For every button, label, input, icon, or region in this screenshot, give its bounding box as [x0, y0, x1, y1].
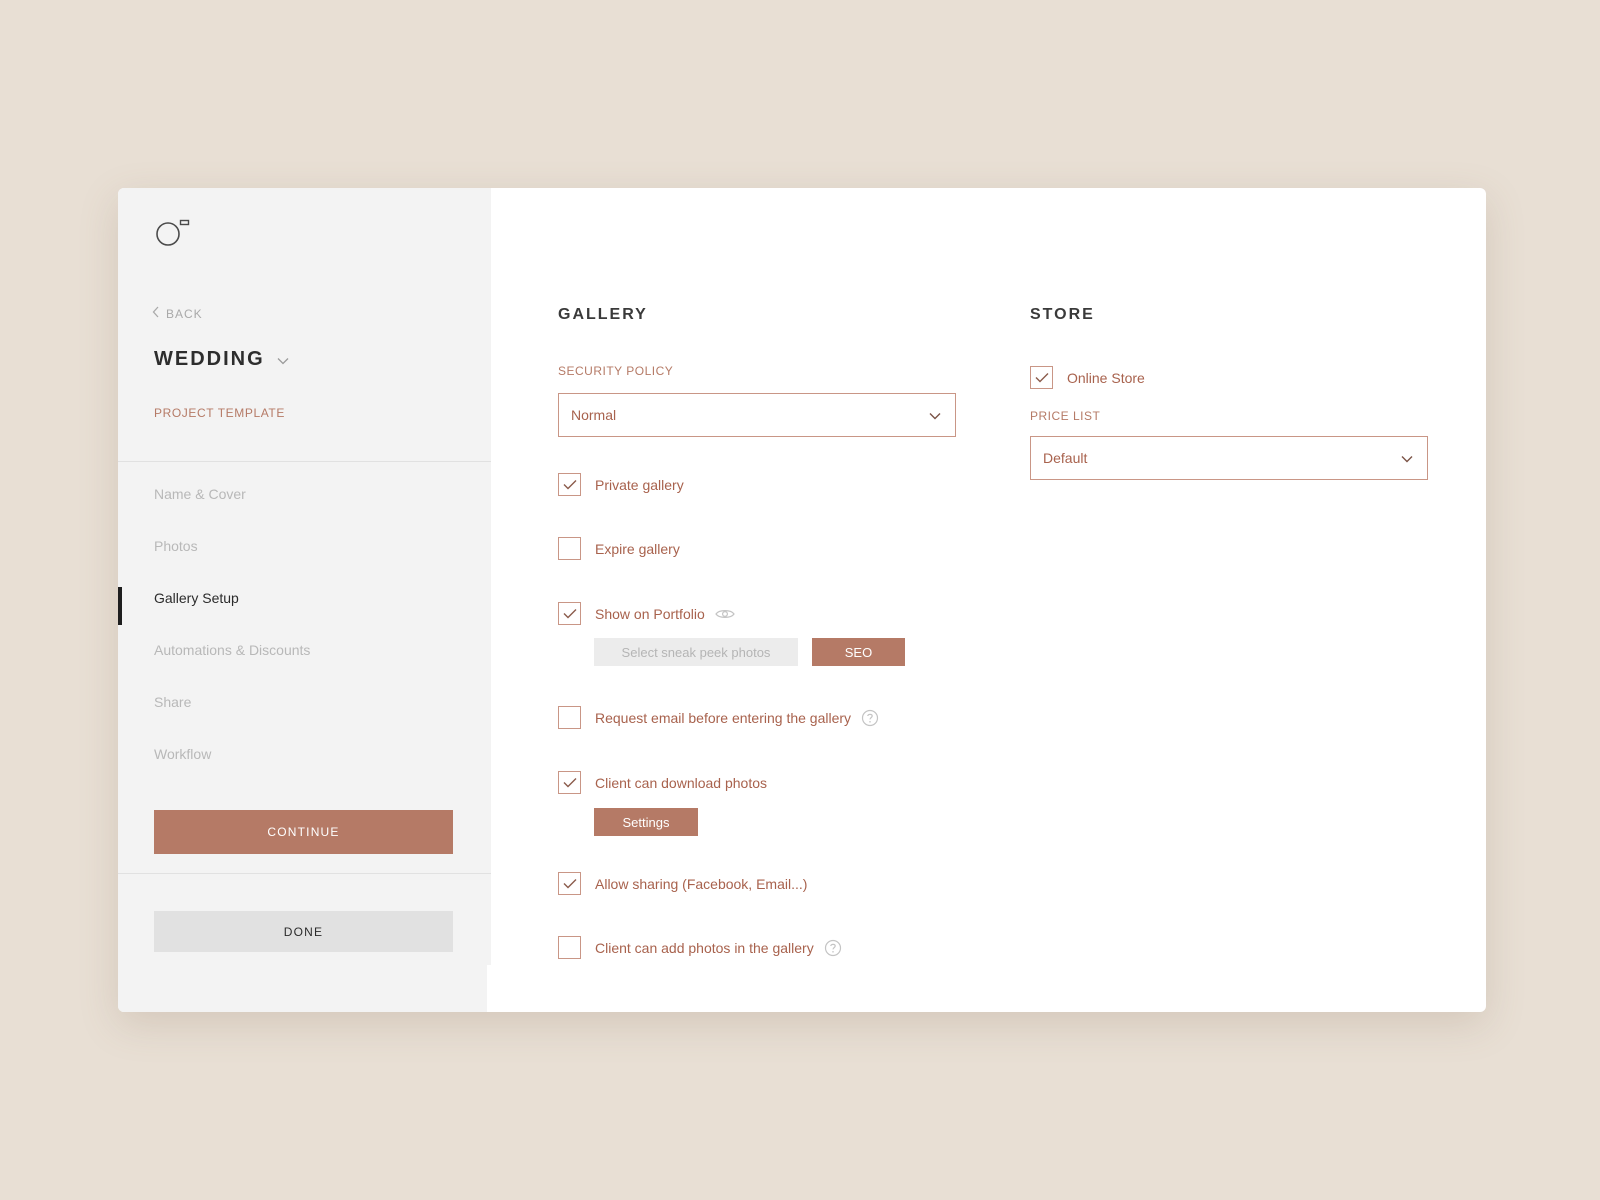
- checkmark-icon: [1035, 373, 1048, 383]
- request-email-option: Request email before entering the galler…: [558, 706, 879, 729]
- request-email-checkbox[interactable]: [558, 706, 581, 729]
- client-add-photos-checkbox[interactable]: [558, 936, 581, 959]
- price-list-label: PRICE LIST: [1030, 409, 1101, 423]
- back-link[interactable]: BACK: [152, 306, 203, 321]
- chevron-down-icon: [929, 407, 941, 423]
- client-add-photos-label: Client can add photos in the gallery: [595, 939, 814, 956]
- show-on-portfolio-checkbox[interactable]: [558, 602, 581, 625]
- security-policy-label: SECURITY POLICY: [558, 364, 674, 378]
- checkmark-icon: [563, 609, 576, 619]
- continue-button[interactable]: CONTINUE: [154, 810, 453, 854]
- security-policy-select[interactable]: Normal: [558, 393, 956, 437]
- eye-icon[interactable]: [715, 608, 735, 620]
- select-sneak-peek-button[interactable]: Select sneak peek photos: [594, 638, 798, 666]
- sidebar-item-photos[interactable]: Photos: [118, 520, 491, 572]
- online-store-option: Online Store: [1030, 366, 1145, 389]
- allow-sharing-option: Allow sharing (Facebook, Email...): [558, 872, 807, 895]
- sidebar: BACK WEDDING PROJECT TEMPLATE Name & Cov…: [118, 188, 491, 1012]
- checkmark-icon: [563, 480, 576, 490]
- sidebar-item-share[interactable]: Share: [118, 676, 491, 728]
- project-title-dropdown[interactable]: WEDDING: [154, 348, 289, 371]
- expire-gallery-checkbox[interactable]: [558, 537, 581, 560]
- private-gallery-checkbox[interactable]: [558, 473, 581, 496]
- client-download-checkbox[interactable]: [558, 771, 581, 794]
- project-subtitle: PROJECT TEMPLATE: [154, 406, 285, 420]
- show-on-portfolio-label: Show on Portfolio: [595, 605, 705, 622]
- sidebar-item-gallery-setup[interactable]: Gallery Setup: [118, 572, 491, 625]
- checkmark-icon: [563, 778, 576, 788]
- client-add-photos-option: Client can add photos in the gallery: [558, 936, 842, 959]
- client-download-label: Client can download photos: [595, 774, 768, 791]
- gallery-section-title: GALLERY: [558, 306, 648, 323]
- chevron-down-icon: [1401, 450, 1413, 466]
- help-icon[interactable]: [861, 709, 879, 727]
- expire-gallery-option: Expire gallery: [558, 537, 680, 560]
- download-settings-button[interactable]: Settings: [594, 808, 698, 836]
- online-store-label: Online Store: [1067, 369, 1145, 386]
- online-store-checkbox[interactable]: [1030, 366, 1053, 389]
- sidebar-item-workflow[interactable]: Workflow: [118, 728, 491, 780]
- sidebar-edge: [487, 965, 491, 1012]
- sidebar-divider: [118, 461, 491, 462]
- private-gallery-label: Private gallery: [595, 476, 684, 493]
- done-button[interactable]: DONE: [154, 911, 453, 952]
- settings-window: BACK WEDDING PROJECT TEMPLATE Name & Cov…: [118, 188, 1486, 1012]
- project-title: WEDDING: [154, 348, 265, 370]
- help-icon[interactable]: [824, 939, 842, 957]
- allow-sharing-label: Allow sharing (Facebook, Email...): [595, 875, 808, 892]
- sidebar-item-automations-discounts[interactable]: Automations & Discounts: [118, 624, 491, 676]
- seo-button[interactable]: SEO: [812, 638, 905, 666]
- chevron-left-icon: [152, 306, 160, 321]
- logo-icon: [154, 218, 194, 248]
- price-list-select[interactable]: Default: [1030, 436, 1428, 480]
- show-on-portfolio-option: Show on Portfolio: [558, 602, 735, 625]
- expire-gallery-label: Expire gallery: [595, 540, 680, 557]
- price-list-value: Default: [1043, 450, 1088, 466]
- checkmark-icon: [563, 879, 576, 889]
- private-gallery-option: Private gallery: [558, 473, 684, 496]
- store-section-title: STORE: [1030, 306, 1095, 323]
- back-label: BACK: [166, 306, 203, 321]
- request-email-label: Request email before entering the galler…: [595, 709, 852, 726]
- security-policy-value: Normal: [571, 407, 617, 423]
- chevron-down-icon: [277, 348, 289, 371]
- sidebar-nav: Name & Cover Photos Gallery Setup Automa…: [118, 468, 491, 780]
- client-download-option: Client can download photos: [558, 771, 767, 794]
- allow-sharing-checkbox[interactable]: [558, 872, 581, 895]
- sidebar-divider: [118, 873, 491, 874]
- sidebar-item-name-cover[interactable]: Name & Cover: [118, 468, 491, 520]
